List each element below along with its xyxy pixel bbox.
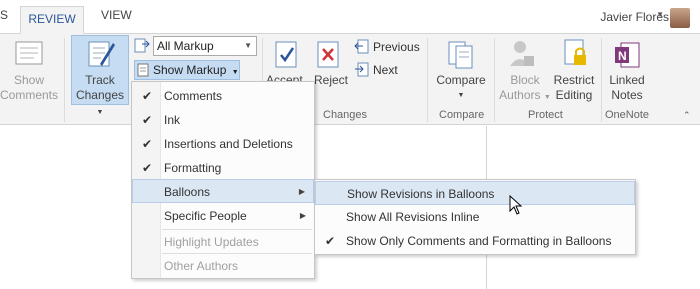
tab-review[interactable]: REVIEW: [20, 6, 84, 34]
group-separator: [64, 38, 65, 122]
menu-item-other-authors[interactable]: Other Authors: [132, 254, 314, 278]
show-comments-icon: [14, 40, 44, 68]
menu-item-ink[interactable]: ✔ Ink: [132, 108, 314, 132]
linked-notes-button[interactable]: Linked Notes: [604, 73, 650, 103]
show-comments-label-2: Comments: [0, 88, 58, 102]
menu-item-label: Formatting: [164, 161, 222, 175]
group-label-protect: Protect: [528, 109, 563, 121]
menu-item-formatting[interactable]: ✔ Formatting: [132, 156, 314, 180]
track-changes-label-2: Changes: [75, 88, 125, 102]
track-changes-label-1: Track: [85, 73, 115, 87]
menu-item-label: Balloons: [164, 185, 211, 199]
restrict-editing-button[interactable]: Restrict Editing: [550, 73, 598, 103]
track-changes-label: Track Changes ▼: [72, 73, 128, 120]
menu-item-insertions-deletions[interactable]: ✔ Insertions and Deletions: [132, 132, 314, 156]
menu-item-label: Ink: [164, 113, 181, 127]
reject-icon: [316, 40, 344, 70]
menu-item-specific-people[interactable]: Specific People ▶: [132, 204, 314, 228]
menu-item-highlight-updates[interactable]: Highlight Updates: [132, 230, 314, 254]
block-authors-icon: [508, 38, 536, 70]
checkmark-icon: ✔: [325, 234, 336, 248]
show-comments-label-1: Show: [13, 73, 45, 87]
compare-label: Compare: [436, 73, 486, 87]
restrict-editing-label-2: Editing: [555, 88, 593, 102]
show-markup-label: Show Markup: [153, 63, 227, 77]
show-comments-button[interactable]: Show Comments: [0, 73, 60, 103]
compare-icon: [447, 40, 475, 70]
minimize-ribbon-icon[interactable]: ⌃: [683, 110, 691, 121]
menu-item-label: Specific People: [164, 209, 247, 223]
show-markup-icon: [137, 63, 150, 77]
previous-button[interactable]: Previous: [373, 40, 420, 54]
submenu-arrow-icon: ▶: [299, 211, 306, 220]
onenote-icon: N: [613, 40, 641, 70]
reject-button[interactable]: Reject: [314, 73, 350, 88]
chevron-down-icon: ▼: [231, 69, 239, 76]
markup-select[interactable]: All Markup ▼: [153, 36, 257, 56]
checkmark-icon: ✔: [142, 113, 153, 127]
show-markup-menu: ✔ Comments ✔ Ink ✔ Insertions and Deleti…: [131, 81, 315, 279]
menu-item-label: Show Only Comments and Formatting in Bal…: [346, 234, 612, 248]
menu-item-balloons[interactable]: Balloons ▶: [132, 179, 314, 203]
accept-icon: [274, 40, 302, 70]
submenu-arrow-icon: ▶: [298, 187, 305, 196]
linked-notes-label-2: Notes: [611, 88, 643, 102]
menu-item-label: Comments: [164, 89, 223, 103]
chevron-down-icon: ▼: [244, 41, 252, 50]
group-label-compare: Compare: [439, 109, 485, 121]
avatar[interactable]: [670, 8, 690, 28]
display-for-review-icon: [134, 38, 150, 54]
block-authors-button[interactable]: Block Authors ▼: [497, 73, 553, 105]
group-label-onenote: OneNote: [605, 109, 650, 121]
menu-item-label: Insertions and Deletions: [164, 137, 293, 151]
next-button[interactable]: Next: [373, 63, 398, 77]
user-dropdown-icon[interactable]: ▼: [656, 10, 664, 19]
compare-button[interactable]: Compare ▼: [432, 73, 490, 103]
track-changes-icon: [86, 38, 116, 70]
group-label-changes: Changes: [323, 109, 368, 121]
menu-item-comments[interactable]: ✔ Comments: [132, 84, 314, 108]
checkmark-icon: ✔: [142, 161, 153, 175]
restrict-editing-label-1: Restrict: [553, 73, 595, 87]
group-separator: [494, 38, 495, 122]
menu-item-label: Other Authors: [164, 259, 239, 273]
markup-select-value: All Markup: [157, 39, 214, 53]
next-change-icon: [354, 62, 370, 78]
linked-notes-label-1: Linked: [609, 73, 645, 87]
block-authors-label-1: Block: [510, 73, 540, 87]
tab-view[interactable]: VIEW: [101, 8, 132, 22]
chevron-down-icon: ▼: [457, 92, 465, 99]
menu-item-label: Highlight Updates: [164, 235, 259, 249]
menu-item-show-only-comments-formatting[interactable]: ✔ Show Only Comments and Formatting in B…: [315, 229, 635, 253]
checkmark-icon: ✔: [142, 137, 153, 151]
group-separator: [601, 38, 602, 122]
block-authors-label-2: Authors: [499, 88, 541, 102]
group-separator: [427, 38, 428, 122]
chevron-down-icon: ▼: [96, 109, 104, 116]
menu-item-show-revisions-in-balloons[interactable]: Show Revisions in Balloons: [315, 181, 635, 205]
checkmark-icon: ✔: [142, 89, 153, 103]
reject-label: Reject: [314, 73, 349, 87]
menu-item-label: Show All Revisions Inline: [346, 210, 480, 224]
tab-partial[interactable]: S: [0, 8, 8, 22]
menu-item-show-all-revisions-inline[interactable]: Show All Revisions Inline: [315, 205, 635, 229]
restrict-editing-icon: [562, 38, 590, 70]
mouse-pointer-icon: [509, 194, 523, 218]
svg-text:N: N: [618, 49, 627, 63]
previous-change-icon: [354, 39, 370, 55]
menu-item-label: Show Revisions in Balloons: [347, 187, 495, 201]
balloons-submenu: Show Revisions in Balloons Show All Revi…: [314, 179, 636, 255]
